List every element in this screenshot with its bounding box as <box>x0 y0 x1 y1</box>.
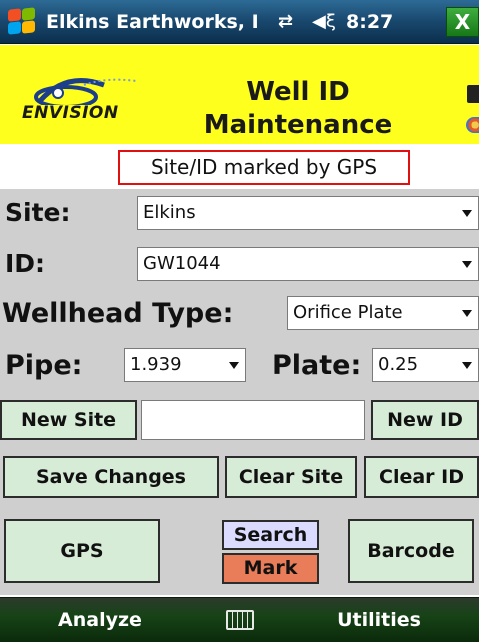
page-title-line1: Well ID <box>246 77 350 107</box>
windows-logo-icon[interactable] <box>6 7 36 36</box>
new-id-button[interactable]: New ID <box>371 400 479 440</box>
keyboard-icon[interactable] <box>226 610 254 630</box>
pipe-value: 1.939 <box>130 354 182 375</box>
envision-logo: ENVISION <box>22 75 152 133</box>
site-dropdown[interactable]: Elkins <box>137 196 479 230</box>
mark-button[interactable]: Mark <box>222 553 319 584</box>
wellhead-type-label: Wellhead Type: <box>2 298 234 329</box>
utilities-menu[interactable]: Utilities <box>279 598 479 642</box>
speaker-icon[interactable]: ◀ξ <box>312 10 340 34</box>
chevron-down-icon <box>229 362 239 369</box>
site-value: Elkins <box>143 202 196 223</box>
plate-label: Plate: <box>272 350 362 381</box>
pipe-dropdown[interactable]: 1.939 <box>124 348 246 382</box>
clear-id-button[interactable]: Clear ID <box>364 456 479 498</box>
id-dropdown[interactable]: GW1044 <box>137 247 479 281</box>
clear-site-button[interactable]: Clear Site <box>225 456 357 498</box>
wellhead-type-dropdown[interactable]: Orifice Plate <box>287 296 479 330</box>
barcode-button[interactable]: Barcode <box>348 519 474 583</box>
plate-dropdown[interactable]: 0.25 <box>372 348 479 382</box>
new-entry-input[interactable] <box>141 400 365 440</box>
app-header: ENVISION Well ID Maintenance <box>0 45 479 144</box>
search-button[interactable]: Search <box>222 520 319 550</box>
connectivity-icon[interactable]: ⇄ <box>278 10 304 34</box>
logo-text: ENVISION <box>22 103 119 123</box>
status-message: Site/ID marked by GPS <box>118 150 410 185</box>
battery-icon <box>467 85 479 103</box>
site-label: Site: <box>5 198 71 227</box>
id-label: ID: <box>5 249 46 278</box>
chevron-down-icon <box>462 261 472 268</box>
bottom-menu-bar: Analyze Utilities <box>0 597 479 642</box>
window-title: Elkins Earthworks, I <box>46 11 259 33</box>
close-button[interactable]: X <box>446 7 479 37</box>
chevron-down-icon <box>462 362 472 369</box>
page-title-line2: Maintenance <box>203 110 393 140</box>
wellhead-type-value: Orifice Plate <box>293 302 403 323</box>
chevron-down-icon <box>462 210 472 217</box>
pipe-label: Pipe: <box>5 350 83 381</box>
id-value: GW1044 <box>143 253 221 274</box>
gps-button[interactable]: GPS <box>4 519 160 583</box>
logo-swoosh-icon <box>34 78 137 105</box>
new-site-button[interactable]: New Site <box>0 400 137 440</box>
chevron-down-icon <box>462 310 472 317</box>
plate-value: 0.25 <box>378 354 419 375</box>
clock-time[interactable]: 8:27 <box>346 10 406 34</box>
save-changes-button[interactable]: Save Changes <box>3 456 219 498</box>
title-bar: Elkins Earthworks, I ⇄ ◀ξ 8:27 X <box>0 0 479 44</box>
satellite-icon <box>466 117 479 133</box>
analyze-menu[interactable]: Analyze <box>0 598 200 642</box>
